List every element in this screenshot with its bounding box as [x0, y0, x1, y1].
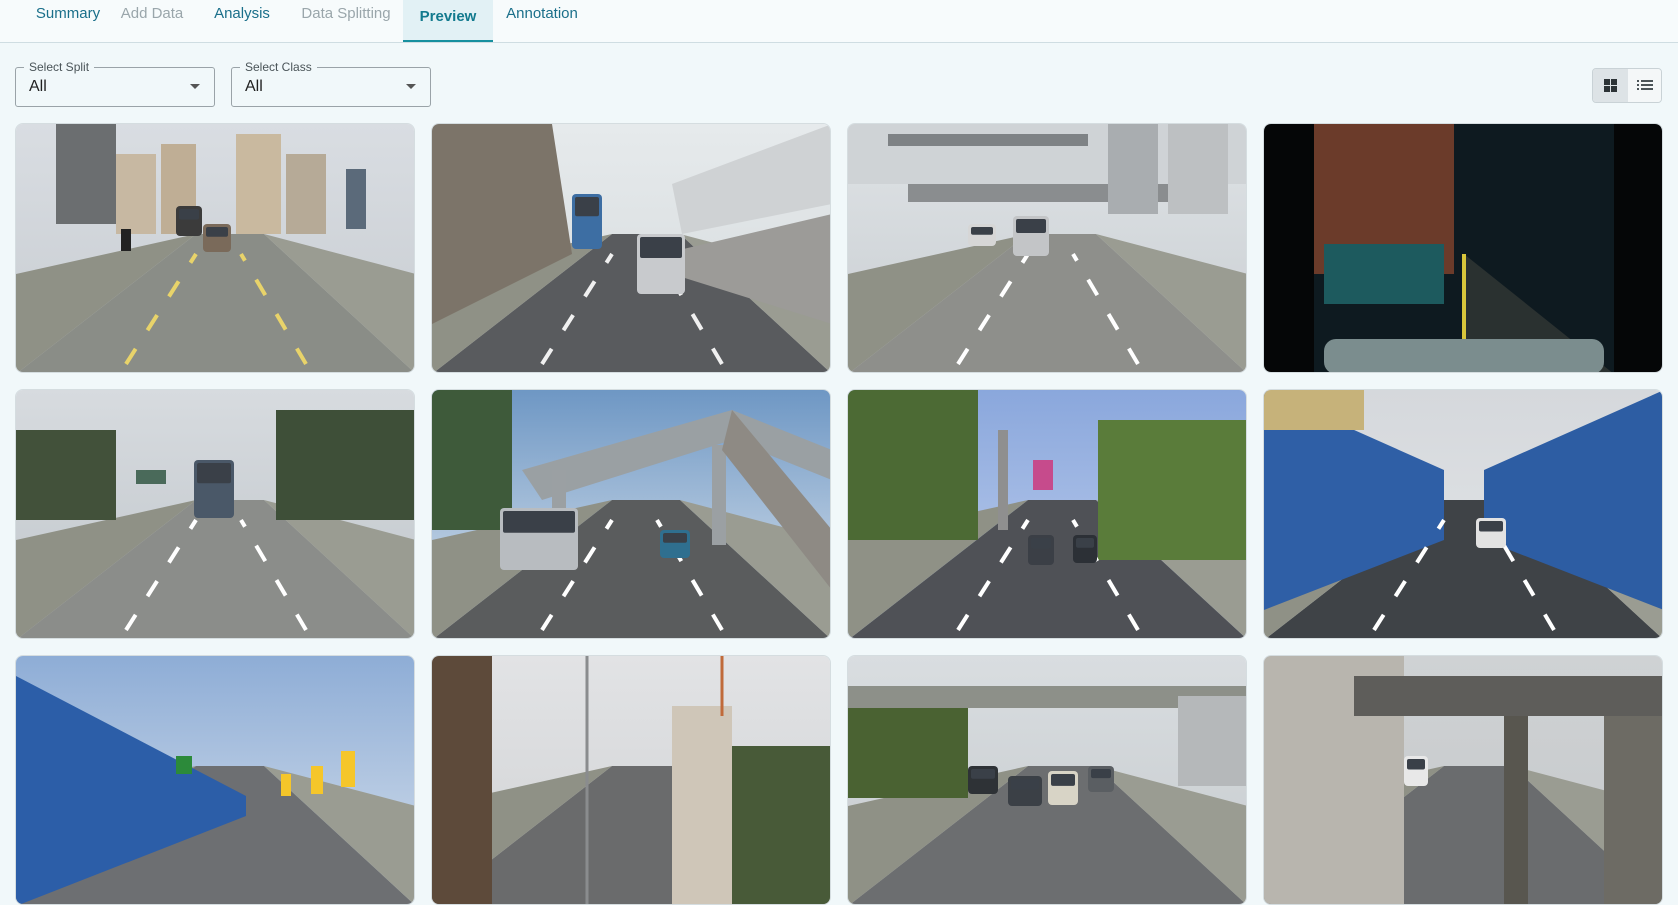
chevron-down-icon	[190, 84, 200, 89]
image-thumbnail[interactable]	[15, 655, 415, 905]
dashcam-image	[1264, 124, 1662, 372]
image-thumbnail[interactable]	[1263, 655, 1663, 905]
grid-icon	[1604, 79, 1617, 92]
dashcam-image	[1264, 390, 1662, 638]
dashcam-image	[1264, 656, 1662, 904]
dashcam-image	[848, 390, 1246, 638]
tab-data-splitting[interactable]: Data Splitting	[296, 0, 396, 42]
tab-summary[interactable]: Summary	[18, 0, 118, 42]
view-mode-toggle	[1592, 68, 1662, 103]
image-thumbnail[interactable]	[431, 655, 831, 905]
select-class-value: All	[245, 78, 263, 95]
image-thumbnail[interactable]	[847, 123, 1247, 373]
grid-view-button[interactable]	[1593, 69, 1629, 102]
image-thumbnail[interactable]	[15, 389, 415, 639]
image-thumbnail[interactable]	[15, 123, 415, 373]
tab-add-data[interactable]: Add Data	[112, 0, 192, 42]
tab-bar: Summary Add Data Analysis Data Splitting…	[0, 0, 1678, 43]
tab-preview[interactable]: Preview	[403, 0, 493, 42]
select-class-dropdown[interactable]: Select Class All	[231, 59, 431, 107]
dashcam-image	[16, 390, 414, 638]
dashcam-image	[16, 656, 414, 904]
dashcam-image	[432, 656, 830, 904]
image-thumbnail[interactable]	[847, 389, 1247, 639]
list-icon	[1637, 80, 1653, 91]
tab-annotation[interactable]: Annotation	[502, 0, 582, 42]
image-thumbnail[interactable]	[847, 655, 1247, 905]
dashcam-image	[848, 656, 1246, 904]
select-class-label: Select Class	[240, 59, 317, 75]
image-thumbnail[interactable]	[1263, 123, 1663, 373]
dashcam-image	[16, 124, 414, 372]
image-thumbnail[interactable]	[431, 389, 831, 639]
list-view-button[interactable]	[1628, 69, 1661, 102]
select-split-dropdown[interactable]: Select Split All	[15, 59, 215, 107]
dashcam-image	[848, 124, 1246, 372]
select-split-value: All	[29, 78, 47, 95]
tab-analysis[interactable]: Analysis	[206, 0, 278, 42]
select-split-label: Select Split	[24, 59, 95, 75]
image-thumbnail[interactable]	[431, 123, 831, 373]
image-thumbnail[interactable]	[1263, 389, 1663, 639]
dashcam-image	[432, 124, 830, 372]
chevron-down-icon	[406, 84, 416, 89]
dashcam-image	[432, 390, 830, 638]
